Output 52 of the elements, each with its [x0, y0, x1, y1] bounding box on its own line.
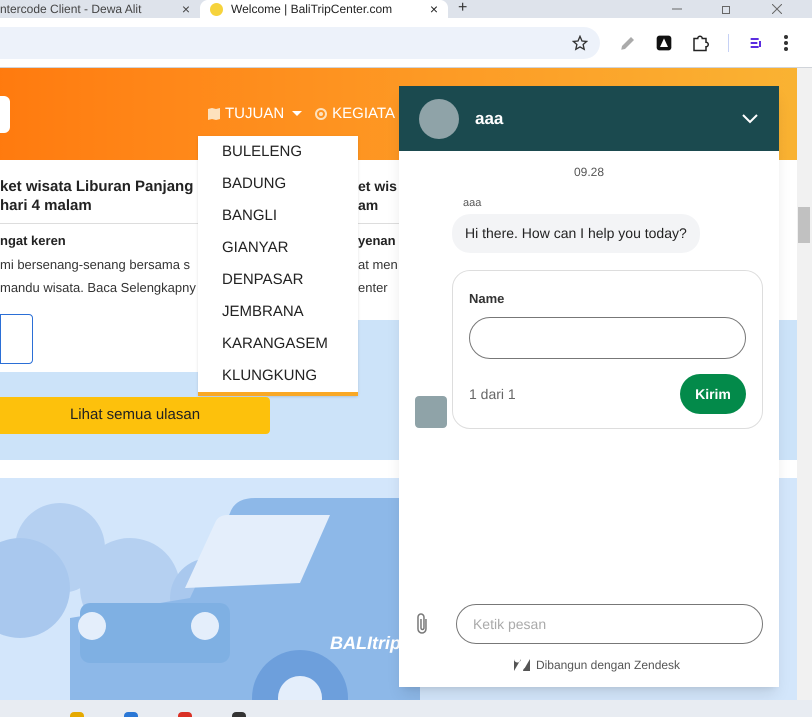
caret-icon	[292, 111, 302, 117]
agent-name: aaa	[475, 108, 504, 130]
star-icon[interactable]	[572, 34, 588, 50]
menu-item[interactable]: GIANYAR	[198, 232, 358, 264]
message-time: 09.28	[574, 164, 604, 181]
paperclip-icon[interactable]	[415, 612, 429, 636]
card-subtitle: yenan	[358, 232, 396, 250]
sender-name: aaa	[463, 196, 482, 211]
favicon-icon	[210, 2, 223, 16]
card-text: mi bersenang-senang bersama s	[0, 256, 190, 274]
menu-icon[interactable]	[783, 34, 789, 52]
step-counter: 1 dari 1	[469, 384, 516, 404]
gear-icon	[314, 107, 328, 121]
search-field[interactable]	[0, 96, 10, 132]
name-field[interactable]	[469, 317, 746, 359]
close-icon[interactable]: ×	[430, 2, 438, 16]
card-title: et wis am	[358, 177, 397, 215]
message-bubble: Hi there. How can I help you today?	[452, 214, 700, 252]
chevron-down-icon[interactable]	[741, 112, 759, 124]
close-icon[interactable]	[772, 4, 782, 14]
map-icon	[207, 107, 221, 121]
powered-by-text: Dibangun dengan Zendesk	[536, 657, 680, 674]
message-field[interactable]: Ketik pesan	[456, 604, 763, 644]
card-text: at men	[358, 256, 398, 274]
taskbar-icon[interactable]	[232, 712, 246, 717]
extension-icon[interactable]	[656, 34, 672, 50]
close-icon[interactable]: ×	[182, 2, 190, 16]
card-subtitle: ngat keren	[0, 232, 66, 250]
card-title: ket wisata Liburan Panjang hari 4 malam	[0, 177, 194, 215]
avatar	[415, 396, 447, 428]
van-logo: BALItrip	[330, 632, 401, 655]
scrollbar-thumb[interactable]	[798, 207, 810, 243]
card-text: mandu wisata. Baca Selengkapny	[0, 279, 196, 297]
menu-item[interactable]: BADUNG	[198, 168, 358, 200]
restore-icon[interactable]	[722, 4, 732, 14]
new-tab-button[interactable]: +	[458, 0, 468, 16]
card-text: enter	[358, 279, 388, 297]
submit-button[interactable]: Kirim	[680, 374, 746, 414]
reviews-button[interactable]: Lihat semua ulasan	[0, 397, 270, 434]
menu-item[interactable]: BULELENG	[198, 136, 358, 168]
browser-tab[interactable]: Welcome | BaliTripCenter.com ×	[200, 0, 448, 18]
scrollbar[interactable]	[797, 68, 812, 700]
puzzle-icon[interactable]	[691, 34, 709, 52]
menu-item[interactable]: KLUNGKUNG	[198, 360, 358, 392]
outlined-button[interactable]	[0, 314, 33, 364]
field-label: Name	[469, 290, 506, 308]
menu-item[interactable]: BANGLI	[198, 200, 358, 232]
menu-item[interactable]: JEMBRANA	[198, 296, 358, 328]
menu-item[interactable]: KARANGASEM	[198, 328, 358, 360]
menu-item[interactable]: DENPASAR	[198, 264, 358, 296]
zendesk-logo-icon	[514, 659, 530, 671]
avatar	[419, 98, 459, 138]
